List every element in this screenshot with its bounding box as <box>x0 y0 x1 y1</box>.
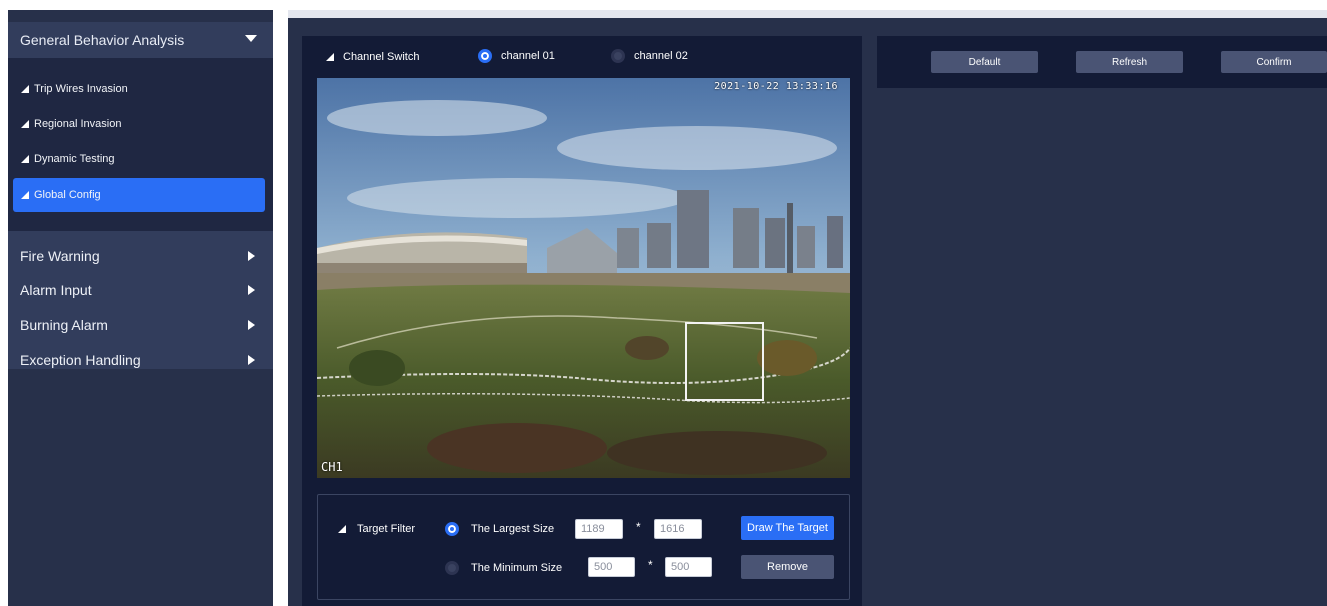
radio-selected-icon <box>478 49 492 63</box>
channel-switch-text: Channel Switch <box>343 51 420 63</box>
sidebar-item-label: Exception Handling <box>20 352 141 368</box>
radio-unselected-icon <box>611 49 625 63</box>
sidebar-item-label: Burning Alarm <box>20 317 108 333</box>
sidebar-group-title: General Behavior Analysis <box>20 32 185 48</box>
radio-unselected-icon <box>445 561 459 575</box>
size-separator: * <box>648 558 653 572</box>
channel-switch-label: Channel Switch <box>326 51 419 63</box>
caret-right-icon <box>248 355 255 365</box>
sidebar: General Behavior Analysis Trip Wires Inv… <box>8 10 273 606</box>
minimum-width-input[interactable]: 500 <box>588 557 635 577</box>
channel-02-label: channel 02 <box>634 50 688 62</box>
remove-button[interactable]: Remove <box>741 555 834 579</box>
triangle-icon <box>21 85 29 93</box>
confirm-button[interactable]: Confirm <box>1221 51 1327 73</box>
sidebar-item-exception-handling[interactable]: Exception Handling <box>8 343 273 377</box>
video-timestamp: 2021-10-22 13:33:16 <box>714 81 838 92</box>
channel-01-radio[interactable]: channel 01 <box>478 49 555 63</box>
target-filter-panel <box>317 494 850 600</box>
sidebar-item-label: Alarm Input <box>20 282 92 298</box>
sidebar-item-trip-wires-invasion[interactable]: Trip Wires Invasion <box>13 72 265 106</box>
sidebar-item-label: Dynamic Testing <box>34 153 115 165</box>
size-separator: * <box>636 520 641 534</box>
caret-right-icon <box>248 320 255 330</box>
video-channel-overlay: CH1 <box>321 460 343 474</box>
target-filter-text: Target Filter <box>357 523 416 535</box>
triangle-icon <box>21 155 29 163</box>
default-button[interactable]: Default <box>931 51 1038 73</box>
caret-down-icon <box>245 35 257 42</box>
largest-size-radio[interactable]: The Largest Size <box>445 522 554 536</box>
minimum-size-label: The Minimum Size <box>471 562 563 574</box>
caret-right-icon <box>248 285 255 295</box>
largest-height-input[interactable]: 1616 <box>654 519 702 539</box>
target-size-box[interactable] <box>685 322 764 401</box>
video-preview[interactable]: 2021-10-22 13:33:16 CH1 <box>317 78 850 478</box>
camera-scene-image <box>317 78 850 478</box>
sidebar-submenu: Trip Wires Invasion Regional Invasion Dy… <box>8 58 273 231</box>
sidebar-item-burning-alarm[interactable]: Burning Alarm <box>8 308 273 342</box>
radio-selected-icon <box>445 522 459 536</box>
sidebar-item-dynamic-testing[interactable]: Dynamic Testing <box>13 142 265 176</box>
sidebar-item-fire-warning[interactable]: Fire Warning <box>8 239 273 273</box>
sidebar-item-label: Trip Wires Invasion <box>34 83 128 95</box>
channel-switch-bar: Channel Switch channel 01 channel 02 <box>302 44 862 70</box>
triangle-icon <box>326 53 334 61</box>
caret-right-icon <box>248 251 255 261</box>
triangle-icon <box>21 120 29 128</box>
refresh-button[interactable]: Refresh <box>1076 51 1183 73</box>
sidebar-item-alarm-input[interactable]: Alarm Input <box>8 273 273 307</box>
triangle-icon <box>338 525 346 533</box>
sidebar-item-label: Global Config <box>34 189 101 201</box>
channel-02-radio[interactable]: channel 02 <box>611 49 688 63</box>
draw-target-button[interactable]: Draw The Target <box>741 516 834 540</box>
sidebar-other-groups: Fire Warning Alarm Input Burning Alarm E… <box>8 231 273 369</box>
sidebar-item-regional-invasion[interactable]: Regional Invasion <box>13 107 265 141</box>
largest-size-label: The Largest Size <box>471 523 555 535</box>
largest-width-input[interactable]: 1189 <box>575 519 623 539</box>
sidebar-group-general-behavior-analysis[interactable]: General Behavior Analysis <box>8 22 273 58</box>
top-divider <box>288 10 1327 18</box>
triangle-icon <box>21 191 29 199</box>
channel-01-label: channel 01 <box>501 50 555 62</box>
minimum-height-input[interactable]: 500 <box>665 557 712 577</box>
target-filter-label: Target Filter <box>338 523 415 535</box>
sidebar-item-label: Fire Warning <box>20 248 100 264</box>
minimum-size-radio[interactable]: The Minimum Size <box>445 561 562 575</box>
sidebar-item-global-config[interactable]: Global Config <box>13 178 265 212</box>
sidebar-item-label: Regional Invasion <box>34 118 122 130</box>
